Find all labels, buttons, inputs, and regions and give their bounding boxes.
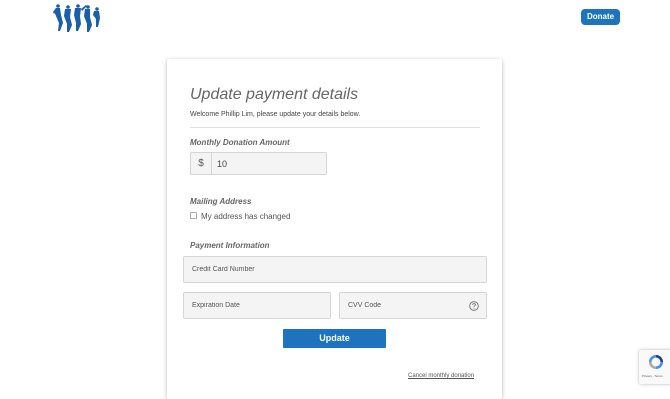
payment-information-label: Payment Information [190, 241, 270, 250]
welcome-message: Welcome Phillip Lim, please update your … [190, 111, 361, 118]
page-title: Update payment details [190, 86, 359, 103]
mailing-address-label: Mailing Address [190, 197, 252, 206]
cvv-field[interactable] [339, 292, 487, 319]
recaptcha-icon [649, 355, 663, 369]
update-button[interactable]: Update [283, 329, 386, 348]
recaptcha-badge[interactable]: Privacy - Terms [639, 350, 670, 384]
divider [190, 127, 480, 128]
logo[interactable] [53, 3, 101, 33]
address-changed-label[interactable]: My address has changed [201, 212, 290, 221]
donation-amount-label: Monthly Donation Amount [190, 138, 290, 147]
expiration-date-field[interactable] [183, 292, 331, 319]
recaptcha-links[interactable]: Privacy - Terms [642, 374, 663, 378]
cancel-donation-link[interactable]: Cancel monthly donation [408, 373, 474, 379]
payment-form-card: Update payment details Welcome Phillip L… [167, 59, 502, 399]
address-changed-checkbox[interactable] [190, 212, 197, 219]
donate-button[interactable]: Donate [581, 9, 620, 25]
credit-card-field[interactable] [183, 256, 487, 283]
question-circle-icon[interactable] [469, 301, 479, 311]
currency-symbol: $ [191, 153, 212, 174]
donation-amount-input[interactable] [212, 153, 326, 174]
top-bar: Donate [0, 0, 670, 40]
donation-amount-group: $ [190, 152, 327, 175]
